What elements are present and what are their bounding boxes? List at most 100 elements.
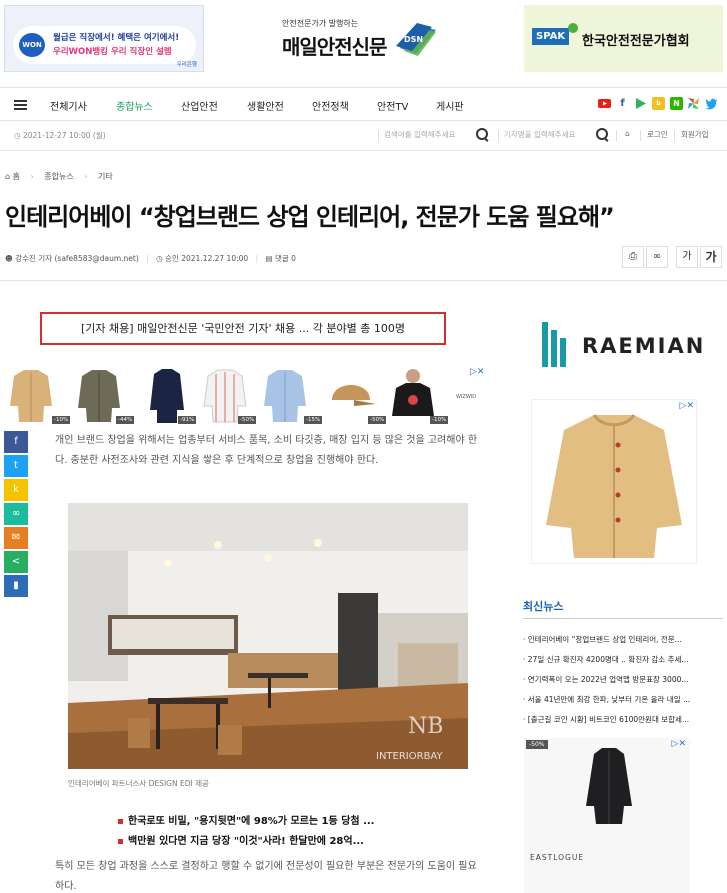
- current-date-text: 2021-12-27 10:00 (월): [22, 131, 106, 140]
- latest-news-item[interactable]: · 연기력폭이 오는 2022년 업역맵 방문표장 3000...: [523, 674, 723, 685]
- print-icon[interactable]: ⎙: [622, 246, 644, 268]
- ad-brand: EASTLOGUE: [530, 853, 585, 862]
- link-icon[interactable]: ∞: [646, 246, 668, 268]
- chevron-right-icon: ›: [30, 172, 34, 181]
- product-cardigan-blue[interactable]: [260, 366, 310, 424]
- menu-icon[interactable]: [14, 100, 27, 110]
- latest-news-item[interactable]: · 서울 41년만에 최강 한파, 낮부터 기온 올라 내일 ...: [523, 694, 723, 705]
- interior-photo: NB INTERIORBAY: [68, 503, 468, 769]
- facebook-share-icon[interactable]: f: [4, 431, 28, 453]
- pinwheel-icon[interactable]: [687, 97, 700, 110]
- current-date: ◷ 2021-12-27 10:00 (월): [14, 131, 106, 140]
- discount-badge: -50%: [526, 740, 548, 749]
- kakaostory-share-icon[interactable]: k: [4, 479, 28, 501]
- article-approved: 승인 2021.12.27 10:00: [165, 254, 249, 263]
- nav-item-tv[interactable]: 안전TV: [377, 98, 408, 113]
- search-input[interactable]: 검색어를 입력해주세요: [384, 129, 455, 140]
- latest-news-text[interactable]: [출근길 코인 시황] 비트코인 6100만원대 보합세...: [528, 715, 689, 724]
- youtube-icon[interactable]: [598, 97, 611, 110]
- nav-item-general[interactable]: 종합뉴스: [116, 98, 153, 113]
- discount-badge: -15%: [304, 416, 323, 424]
- divider: [674, 130, 675, 141]
- breadcrumb-section[interactable]: 종합뉴스: [44, 172, 73, 181]
- product-sweater-tan[interactable]: [6, 366, 56, 424]
- nav-item-industrial[interactable]: 산업안전: [181, 98, 218, 113]
- coat-image: [586, 748, 632, 824]
- latest-news-item[interactable]: · 27일 신규 확진자 4200명대 .. 확진자 감소 추세...: [523, 654, 723, 665]
- user-icon: ☻: [5, 254, 13, 263]
- coat-ad[interactable]: -50% ▷✕ EASTLOGUE: [524, 738, 690, 893]
- raemian-ad[interactable]: RAEMIAN: [542, 322, 712, 367]
- twitter-share-icon[interactable]: t: [4, 455, 28, 477]
- breadcrumb-home[interactable]: 홈: [13, 172, 20, 181]
- ad-line2: 우리WON뱅킹 우리 직장인 설렘: [53, 47, 172, 57]
- sweater-image: [546, 414, 682, 558]
- article-comments[interactable]: 댓글 0: [275, 254, 296, 263]
- promo-link[interactable]: 한국로또 비밀, "용지뒷면"에 98%가 모르는 1등 당첨 ...: [118, 812, 374, 827]
- latest-news-text[interactable]: 서울 41년만에 최강 한파, 낮부터 기온 올라 내일 ...: [528, 695, 690, 704]
- latest-news-item[interactable]: · [출근길 코인 시황] 비트코인 6100만원대 보합세...: [523, 714, 723, 725]
- discount-badge: -50%: [368, 416, 387, 424]
- sweater-ad[interactable]: ▷✕: [531, 399, 697, 564]
- site-name: 매일안전신문: [282, 35, 387, 59]
- divider: [378, 130, 379, 141]
- meta-divider: |: [255, 254, 259, 263]
- search-icon[interactable]: [476, 128, 489, 141]
- home-icon[interactable]: ⌂: [625, 129, 630, 138]
- signup-link[interactable]: 회원가입: [681, 129, 709, 140]
- nav-item-life[interactable]: 생활안전: [247, 98, 284, 113]
- share-icon[interactable]: <: [4, 551, 28, 573]
- top-banner-ad-spak[interactable]: SPAK 한국안전전문가협회: [524, 5, 723, 72]
- adchoices-icon[interactable]: ▷✕: [470, 367, 484, 377]
- latest-news-item[interactable]: · 인테리어베이 “창업브랜드 상업 인테리어, 전문...: [523, 634, 723, 645]
- promo-link[interactable]: 백만원 있다면 지금 당장 "이것"사라! 한달만에 28억...: [118, 832, 364, 847]
- home-icon[interactable]: ⌂: [5, 172, 10, 181]
- won-logo: WON: [19, 33, 45, 57]
- watermark-mark: NB: [408, 714, 443, 739]
- twitter-icon[interactable]: [705, 97, 718, 110]
- clock-icon: ◷: [156, 254, 163, 263]
- latest-news-text[interactable]: 연기력폭이 오는 2022년 업역맵 방문표장 3000...: [528, 675, 689, 684]
- dsn-book-icon: DSN: [396, 23, 436, 56]
- latest-news-title[interactable]: 최신뉴스: [523, 598, 563, 614]
- promo-link-text[interactable]: 한국로또 비밀, "용지뒷면"에 98%가 모르는 1등 당첨 ...: [128, 816, 374, 827]
- email-share-icon[interactable]: ✉: [4, 527, 28, 549]
- latest-news-text[interactable]: 27일 신규 확진자 4200명대 .. 확진자 감소 추세...: [528, 655, 689, 664]
- link-share-icon[interactable]: ∞: [4, 503, 28, 525]
- nav-item-all[interactable]: 전체기사: [50, 98, 87, 113]
- reporter-search-icon[interactable]: [596, 128, 609, 141]
- article-paragraph: 특히 모든 창업 과정을 스스로 결정하고 행할 수 없기에 전문성이 필요한 …: [55, 861, 477, 892]
- dsn-mark: DSN: [404, 35, 423, 44]
- divider: [616, 130, 617, 141]
- article-title: 인테리어베이 “창업브랜드 상업 인테리어, 전문가 도움 필요해”: [5, 203, 615, 231]
- product-strip-ad[interactable]: -10% -44% -91% -50% -15% -50% -10% ▷✕ WI…: [4, 366, 490, 426]
- spak-badge: SPAK: [532, 28, 570, 45]
- divider: [523, 618, 723, 619]
- font-decrease-button[interactable]: 가: [676, 246, 698, 268]
- divider: [640, 130, 641, 141]
- naver-post-icon[interactable]: N: [670, 97, 683, 110]
- nav-item-board[interactable]: 게시판: [436, 98, 464, 113]
- site-tagline: 안전전문가가 발행하는: [282, 19, 359, 28]
- bookmark-icon[interactable]: ▮: [4, 575, 28, 597]
- article-meta: ☻ 강수진 기자 (safe8583@daum.net) | ◷ 승인 2021…: [5, 253, 296, 264]
- article-photo: NB INTERIORBAY: [68, 503, 468, 769]
- login-link[interactable]: 로그인: [647, 129, 668, 140]
- blog-icon[interactable]: b: [652, 97, 665, 110]
- facebook-icon[interactable]: f: [616, 97, 629, 110]
- nav-item-policy[interactable]: 안전정책: [312, 98, 349, 113]
- top-banner-ad-woori[interactable]: WON 월급은 직장에서! 혜택은 여기에서! 우리WON뱅킹 우리 직장인 설…: [4, 5, 204, 72]
- play-icon[interactable]: [634, 97, 647, 110]
- font-increase-button[interactable]: 가: [700, 246, 722, 268]
- promo-link-text[interactable]: 백만원 있다면 지금 당장 "이것"사라! 한달만에 28억...: [128, 836, 364, 847]
- reporter-search-input[interactable]: 기자명을 입력해주세요: [504, 129, 575, 140]
- adchoices-icon[interactable]: ▷✕: [672, 739, 686, 749]
- breadcrumb-sub[interactable]: 기타: [98, 172, 113, 181]
- spak-text: 한국안전전문가협회: [582, 34, 690, 49]
- site-logo[interactable]: 안전전문가가 발행하는 매일안전신문 DSN: [282, 18, 447, 64]
- discount-badge: -91%: [178, 416, 197, 424]
- recruit-banner[interactable]: [기자 채용] 매일안전신문 '국민안전 기자' 채용 ... 각 분야별 총 …: [40, 312, 446, 345]
- adchoices-icon[interactable]: ▷✕: [680, 401, 694, 411]
- chevron-right-icon: ›: [84, 172, 88, 181]
- latest-news-text[interactable]: 인테리어베이 “창업브랜드 상업 인테리어, 전문...: [528, 635, 682, 644]
